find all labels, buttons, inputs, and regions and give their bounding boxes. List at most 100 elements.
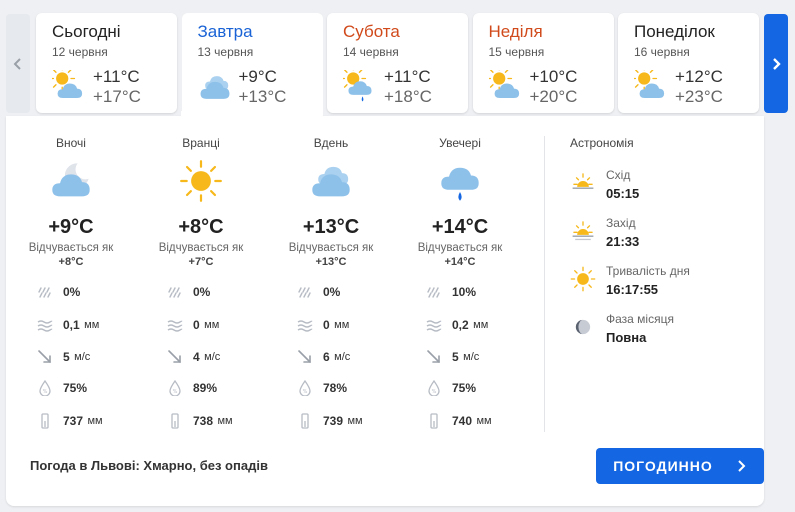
day-temp-min: +10°C <box>529 67 578 86</box>
day-temperatures: +10°C +20°C <box>530 67 578 107</box>
daylength-value: 16:17:55 <box>606 282 659 297</box>
divider <box>544 136 545 432</box>
day-temp-min: +11°C <box>384 67 431 86</box>
precipitation-probability-value: 0% <box>323 285 341 299</box>
humidity-icon: % <box>428 380 440 396</box>
rain-probability-icon <box>427 287 440 298</box>
sunrise-label: Схід <box>606 168 631 182</box>
pressure-icon <box>301 413 309 429</box>
hourly-forecast-button[interactable]: ПОГОДИННО <box>596 448 764 484</box>
precipitation-icon <box>37 320 53 332</box>
feels-like-label: Відчувається як <box>288 242 374 254</box>
precipitation-probability-row: 0% <box>167 284 210 300</box>
pressure-unit: мм <box>87 415 103 427</box>
day-date: 12 червня <box>52 45 108 59</box>
day-date: 15 червня <box>488 45 545 59</box>
pressure-unit: мм <box>476 415 492 427</box>
cloud-rain-icon <box>441 167 479 201</box>
day-tab[interactable]: Завтра 13 червня +9°C +13°C <box>181 13 323 121</box>
precipitation-icon <box>426 320 442 332</box>
moon-phase-icon <box>575 319 591 335</box>
cloudy-icon <box>200 76 229 99</box>
weather-summary: Погода в Львові: Хмарно, без опадів <box>30 458 268 473</box>
humidity-row: % 75% <box>37 380 87 396</box>
cloudy-icon <box>312 166 350 197</box>
moon-phase-item: Фаза місяця Повна <box>570 312 674 346</box>
day-temperatures: +11°C +17°C <box>93 67 141 107</box>
precipitation-probability-value: 0% <box>193 285 211 299</box>
wind-speed-value: 5 <box>63 350 70 364</box>
period-column: Вдень +13°C Відчувається як +13°C <box>266 136 396 268</box>
period-label: Вночі <box>56 136 86 150</box>
sun-cloud-icon <box>634 70 665 98</box>
day-tab[interactable]: Сьогодні 12 червня +11°C +17°C <box>36 13 177 113</box>
rain-probability-icon <box>298 287 311 298</box>
day-temp-max: +17°C <box>93 87 141 106</box>
pressure-icon <box>41 413 49 429</box>
day-temp-max: +23°C <box>675 87 723 106</box>
humidity-icon: % <box>299 380 311 396</box>
feels-like-value: +8°C <box>58 256 84 268</box>
day-tab[interactable]: Неділя 15 червня +10°C +20°C <box>472 13 614 113</box>
wind-speed-unit: м/с <box>74 351 91 363</box>
sun-cloud-icon <box>52 70 83 98</box>
wind-speed-unit: м/с <box>204 351 221 363</box>
feels-like-label: Відчувається як <box>28 242 114 254</box>
precipitation-amount-unit: мм <box>334 319 350 331</box>
precipitation-amount-row: 0,1 мм <box>37 316 99 334</box>
precipitation-amount-value: 0 <box>323 318 330 332</box>
day-temp-max: +18°C <box>384 87 432 106</box>
feels-like-value: +7°C <box>188 256 214 268</box>
day-date: 16 червня <box>634 45 690 59</box>
sun-cloud-icon <box>488 70 519 98</box>
pressure-value: 740 <box>452 414 473 428</box>
day-tab[interactable]: Понеділок 16 червня +12°C +23°C <box>618 13 759 113</box>
wind-speed-row: 4 м/с <box>167 348 220 366</box>
day-temperatures: +9°C +13°C <box>239 67 287 107</box>
pressure-unit: мм <box>347 415 363 427</box>
precipitation-icon <box>167 320 183 332</box>
pressure-value: 739 <box>323 414 344 428</box>
pressure-unit: мм <box>217 415 233 427</box>
wind-speed-row: 5 м/с <box>426 348 479 366</box>
day-forecast: +9°C +13°C <box>198 67 323 107</box>
sun-cloud-rain-icon <box>343 70 372 102</box>
day-name: Завтра <box>197 22 253 41</box>
active-tab-connector <box>181 111 322 123</box>
next-days-button[interactable] <box>764 14 788 113</box>
wind-speed-unit: м/с <box>334 351 351 363</box>
previous-days-button[interactable] <box>6 14 30 113</box>
wind-speed-value: 6 <box>323 350 330 364</box>
svg-text:%: % <box>173 389 178 395</box>
day-temp-min: +9°C <box>238 67 277 86</box>
day-date: 13 червня <box>197 45 254 59</box>
wind-speed-row: 6 м/с <box>297 348 350 366</box>
period-column: Вночі +9°C Відчувається як +8°C <box>6 136 136 268</box>
precipitation-icon <box>297 320 313 332</box>
precipitation-amount-value: 0,1 <box>63 318 80 332</box>
svg-text:%: % <box>303 389 308 395</box>
pressure-row: 739 мм <box>297 412 363 430</box>
chevron-right-icon <box>738 460 746 472</box>
pressure-row: 740 мм <box>426 412 492 430</box>
wind-speed-row: 5 м/с <box>37 348 90 366</box>
pressure-icon <box>430 413 438 429</box>
period-column: Вранці +8°C Відчувається як +7°C <box>136 136 266 268</box>
day-temperatures: +12°C +23°C <box>675 67 723 107</box>
moon-cloud-icon <box>52 163 90 197</box>
humidity-value: 78% <box>323 381 348 395</box>
day-tab[interactable]: Субота 14 червня +11°C +18°C <box>327 13 468 113</box>
sunrise-icon <box>572 173 594 189</box>
period-temperature: +9°C <box>48 216 94 238</box>
day-forecast: +11°C +17°C <box>52 67 177 107</box>
day-tabs: Сьогодні 12 червня +11°C +17°C Завтра 13 черв… <box>36 13 759 121</box>
period-column: Увечері +14°C Відчувається як +14°C <box>395 136 525 268</box>
humidity-value: 89% <box>193 381 218 395</box>
precipitation-amount-value: 0,2 <box>452 318 469 332</box>
sunset-label: Захід <box>606 216 636 230</box>
pressure-icon <box>171 413 179 429</box>
humidity-row: % 89% <box>167 380 217 396</box>
svg-text:%: % <box>43 389 48 395</box>
day-temperatures: +11°C +18°C <box>384 67 432 107</box>
astronomy-title: Астрономія <box>570 136 634 150</box>
